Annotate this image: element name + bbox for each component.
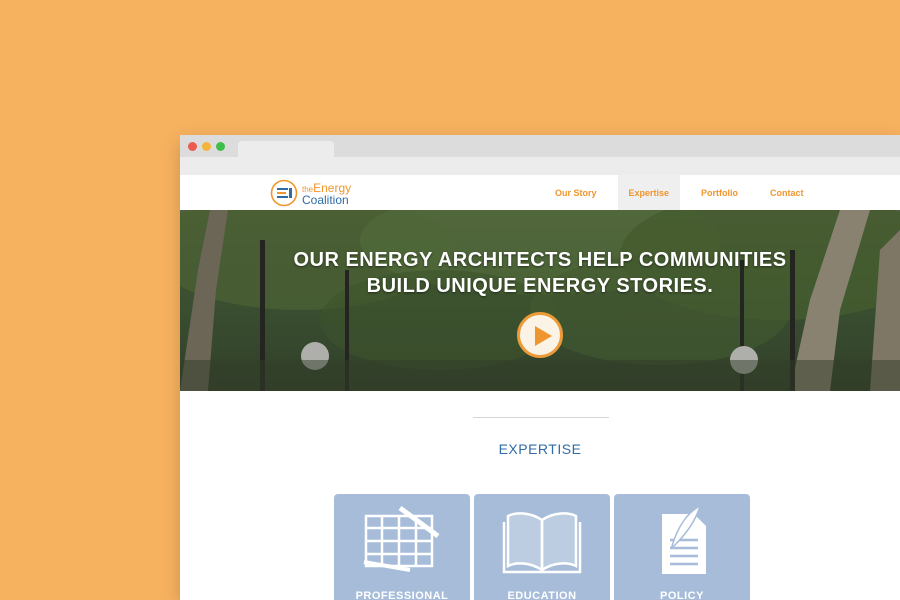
hero-headline-line-1: OUR ENERGY ARCHITECTS HELP COMMUNITIES	[293, 249, 787, 271]
nav-portfolio[interactable]: Portfolio	[690, 175, 749, 210]
card-professional[interactable]: PROFESSIONAL	[334, 494, 470, 600]
section-divider	[473, 417, 609, 418]
logo-text: theEnergy Coalition	[302, 182, 351, 206]
card-education[interactable]: EDUCATION	[474, 494, 610, 600]
close-window-icon[interactable]	[188, 142, 197, 151]
minimize-window-icon[interactable]	[202, 142, 211, 151]
logo-mark-icon	[270, 179, 298, 207]
document-quill-icon	[662, 506, 706, 574]
address-bar[interactable]	[180, 157, 900, 175]
card-label: PROFESSIONAL	[355, 590, 449, 600]
hero-headline: OUR ENERGY ARCHITECTS HELP COMMUNITIES B…	[180, 247, 900, 299]
section-title: EXPERTISE	[498, 441, 582, 457]
browser-tab[interactable]	[238, 141, 334, 157]
browser-chrome	[180, 135, 900, 176]
book-icon	[502, 512, 582, 574]
hero-overlay	[180, 210, 900, 391]
hero-headline-line-2: BUILD UNIQUE ENERGY STORIES.	[366, 275, 714, 297]
browser-window: theEnergy Coalition Our Story Expertise …	[180, 135, 900, 600]
blueprint-icon	[363, 506, 440, 572]
logo[interactable]: theEnergy Coalition	[270, 179, 360, 207]
card-policy[interactable]: POLICY	[614, 494, 750, 600]
play-video-button[interactable]	[517, 312, 563, 358]
hero-banner: OUR ENERGY ARCHITECTS HELP COMMUNITIES B…	[180, 210, 900, 391]
maximize-window-icon[interactable]	[216, 142, 225, 151]
site-header: theEnergy Coalition Our Story Expertise …	[180, 175, 900, 210]
card-label: EDUCATION	[507, 590, 577, 600]
main-nav: Our Story Expertise Portfolio Contact	[544, 175, 815, 210]
card-label: POLICY	[660, 590, 704, 600]
logo-coalition: Coalition	[302, 193, 349, 207]
nav-contact[interactable]: Contact	[759, 175, 815, 210]
nav-expertise[interactable]: Expertise	[617, 175, 681, 210]
nav-our-story[interactable]: Our Story	[544, 175, 608, 210]
play-icon	[535, 326, 552, 346]
expertise-cards: PROFESSIONAL EDUCATION POLICY	[334, 494, 750, 600]
